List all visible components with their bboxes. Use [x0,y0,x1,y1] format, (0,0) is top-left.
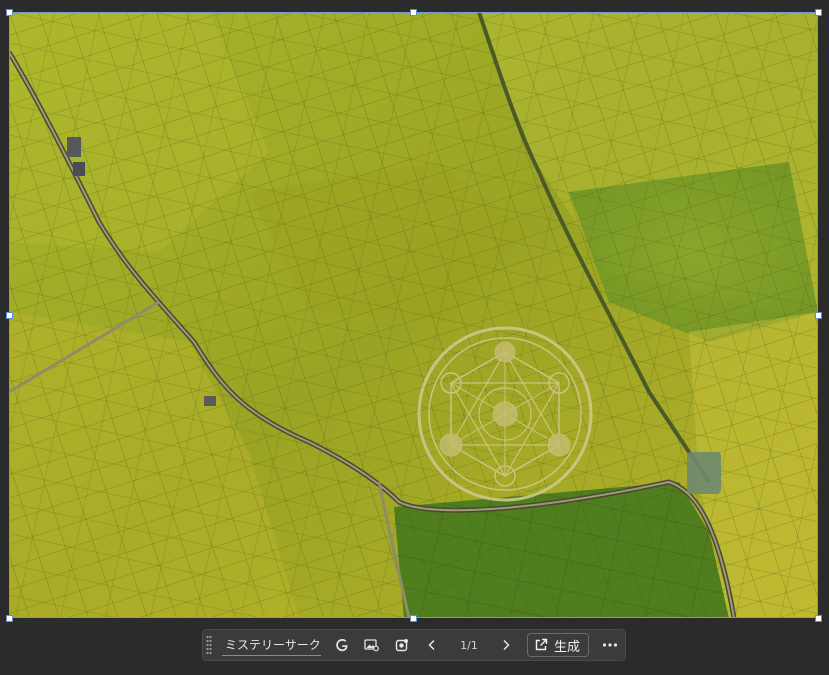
resize-handle-top[interactable] [410,9,417,16]
resize-handle-bottom-right[interactable] [815,615,822,622]
generate-label: 生成 [554,639,581,655]
google-lens-icon [336,639,348,652]
chevron-right-icon [503,639,510,651]
resize-handle-bottom-left[interactable] [6,615,13,622]
visual-search-button[interactable] [359,632,385,658]
visual-search-icon [364,639,379,652]
resize-handle-left[interactable] [6,312,13,319]
google-lens-button[interactable] [329,632,355,658]
extension-button[interactable] [389,632,415,658]
open-in-new-icon [535,638,548,651]
resize-handle-right[interactable] [815,312,822,319]
image-toolbar: ミステリーサークル 1/1 [202,629,626,661]
drag-handle-icon[interactable] [206,635,212,655]
extension-icon [395,639,408,652]
chevron-left-icon [428,639,435,651]
resize-handle-bottom[interactable] [410,615,417,622]
page-counter: 1/1 [460,638,478,652]
generate-button[interactable]: 生成 [527,633,590,657]
more-options-button[interactable] [597,632,623,658]
selected-image[interactable] [9,12,818,618]
resize-handle-top-right[interactable] [815,9,822,16]
rice-field-photo [9,12,818,618]
previous-page-button[interactable] [419,632,445,658]
resize-handle-top-left[interactable] [6,9,13,16]
more-horizontal-icon [602,643,618,647]
canvas-area: ミステリーサークル 1/1 [0,0,829,675]
next-page-button[interactable] [493,632,519,658]
image-name-field[interactable]: ミステリーサークル [222,635,321,656]
